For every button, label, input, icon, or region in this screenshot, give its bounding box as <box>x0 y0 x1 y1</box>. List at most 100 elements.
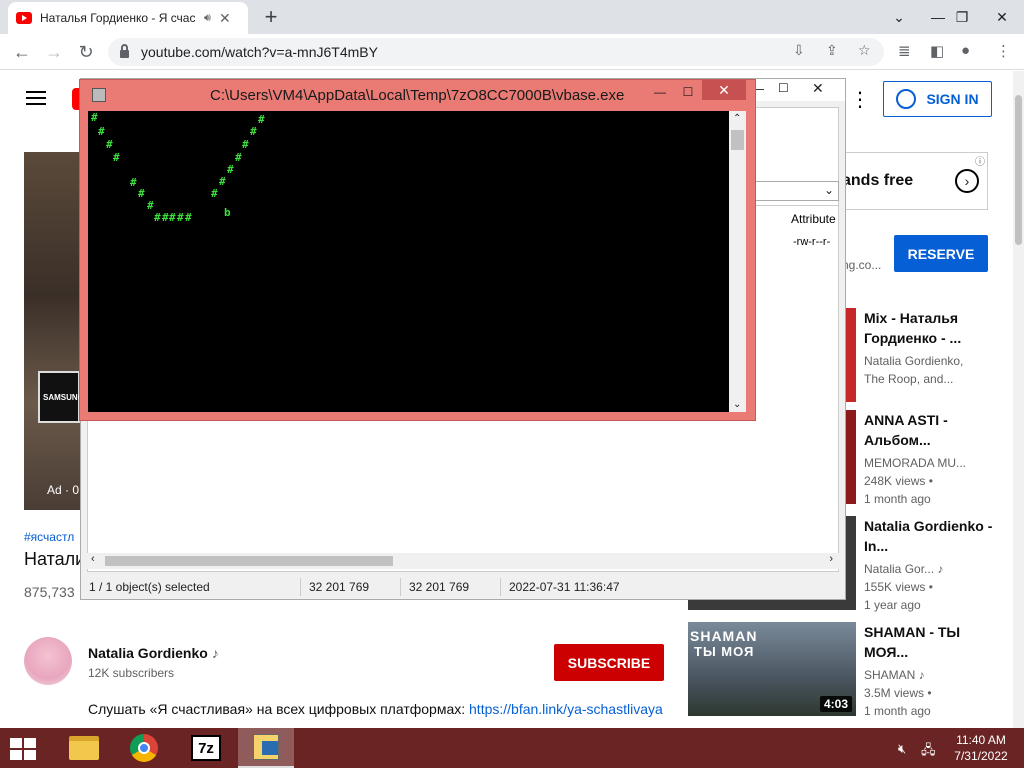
snake-segment: # <box>130 176 137 189</box>
console-output[interactable] <box>88 111 729 412</box>
close-button[interactable]: ✕ <box>985 0 1019 34</box>
ad-domain: ng.co... <box>842 258 882 272</box>
recommendation-title[interactable]: ANNA ASTI - Альбом... <box>864 410 994 450</box>
snake-segment: # <box>138 187 145 200</box>
7zip-status-bar: 1 / 1 object(s) selected 32 201 769 32 2… <box>81 575 845 599</box>
new-tab-button[interactable]: + <box>258 4 284 30</box>
lock-icon[interactable] <box>120 44 129 58</box>
console-window: C:\Users\VM4\AppData\Local\Temp\7zO8CC70… <box>79 79 756 421</box>
volume-muted-icon[interactable]: 🔇︎ <box>898 741 906 757</box>
scroll-right-icon[interactable]: › <box>829 553 833 565</box>
menu-icon[interactable] <box>26 91 46 105</box>
console-app-taskbar-icon[interactable] <box>238 728 294 768</box>
scroll-down-icon[interactable]: ⌄ <box>733 399 741 410</box>
7zip-path-combo[interactable]: ⌄ <box>751 181 839 201</box>
subscribe-button[interactable]: SUBSCRIBE <box>554 644 664 681</box>
snake-segment: # <box>185 211 192 224</box>
status-date: 2022-07-31 11:36:47 <box>509 580 620 594</box>
ad-label: Ad · 0 <box>47 483 80 497</box>
speaker-icon[interactable]: 🔊︎ <box>204 12 211 25</box>
media-control-icon[interactable]: ≣ <box>898 42 911 60</box>
chrome-menu-icon[interactable]: ⋮ <box>996 42 1011 60</box>
ad-brand-thumbnail[interactable]: SAMSUNG <box>38 371 84 423</box>
windows-taskbar: 7z 🔇︎ 🖧 11:40 AM 7/31/2022 <box>0 728 1024 768</box>
snake-segment: # <box>250 125 257 138</box>
7zip-icon[interactable]: 7z <box>178 728 234 768</box>
address-bar[interactable]: youtube.com/watch?v=a-mnJ6T4mBY ⇩ ⇪ ☆ <box>108 38 884 66</box>
share-icon[interactable]: ⇪ <box>826 42 838 59</box>
chevron-down-icon[interactable]: ⌄ <box>824 183 834 197</box>
chevron-right-icon[interactable]: › <box>955 169 979 193</box>
recommendation-views: 155K views • <box>864 580 933 594</box>
scroll-left-icon[interactable]: ‹ <box>91 553 95 565</box>
scroll-up-icon[interactable]: ⌃ <box>733 113 741 124</box>
thumbnail-text: ТЫ МОЯ <box>694 644 755 659</box>
snake-segment: # <box>91 111 98 124</box>
browser-toolbar: ← → ↻ youtube.com/watch?v=a-mnJ6T4mBY ⇩ … <box>0 34 1024 70</box>
clock-time: 11:40 AM <box>956 733 1006 747</box>
recommendation-title[interactable]: Natalia Gordienko - In... <box>864 516 994 556</box>
install-icon[interactable]: ⇩ <box>793 42 805 59</box>
recommendation-age: 1 year ago <box>864 598 921 612</box>
url-text[interactable]: youtube.com/watch?v=a-mnJ6T4mBY <box>141 44 378 60</box>
back-icon[interactable]: ← <box>10 40 34 64</box>
horizontal-scroll-thumb[interactable] <box>105 556 393 566</box>
ad-card-headline[interactable]: ands free <box>842 172 913 190</box>
reserve-button[interactable]: RESERVE <box>894 235 988 272</box>
console-app-icon[interactable] <box>92 88 106 102</box>
bookmark-star-icon[interactable]: ☆ <box>858 42 871 59</box>
recommendation-meta: The Roop, and... <box>864 372 954 386</box>
recommendation-item[interactable]: SHAMAN ТЫ МОЯ 4:03 SHAMAN - ТЫ МОЯ... SH… <box>688 622 1008 718</box>
sign-in-button[interactable]: SIGN IN <box>883 81 992 117</box>
duration-badge: 4:03 <box>819 696 852 712</box>
close-icon[interactable]: ✕ <box>702 80 746 100</box>
tab-search-chevron-icon[interactable]: ⌄ <box>882 0 916 34</box>
recommendation-channel: Natalia Gor... ♪ <box>864 562 944 576</box>
snake-segment: # <box>211 187 218 200</box>
channel-avatar[interactable] <box>24 637 72 685</box>
info-icon[interactable]: ⓘ <box>975 153 985 168</box>
channel-name[interactable]: Natalia Gordienko ♪ <box>88 645 219 661</box>
settings-dots-icon[interactable]: ⋮ <box>850 87 870 112</box>
video-player[interactable] <box>24 152 80 510</box>
forward-icon[interactable]: → <box>42 40 66 64</box>
reload-icon[interactable]: ↻ <box>74 40 98 64</box>
recommendation-channel: SHAMAN ♪ <box>864 668 925 682</box>
console-scrollbar[interactable]: ⌃ ⌄ <box>729 111 746 412</box>
side-panel-icon[interactable]: ◧ <box>930 42 944 60</box>
file-explorer-icon[interactable] <box>56 728 112 768</box>
tab-title: Наталья Гордиенко - Я счас <box>40 11 196 25</box>
column-header-attribute[interactable]: Attribute <box>791 212 836 226</box>
browser-tab[interactable]: Наталья Гордиенко - Я счас 🔊︎ ✕ <box>8 2 248 34</box>
recommendation-title[interactable]: SHAMAN - ТЫ МОЯ... <box>864 622 994 662</box>
video-thumbnail[interactable]: SHAMAN ТЫ МОЯ 4:03 <box>688 622 856 716</box>
console-scroll-thumb[interactable] <box>731 130 744 150</box>
console-titlebar[interactable]: C:\Users\VM4\AppData\Local\Temp\7zO8CC70… <box>80 80 755 110</box>
page-scrollbar-thumb[interactable] <box>1015 95 1022 245</box>
restore-button[interactable]: ❐ <box>945 0 979 34</box>
network-icon[interactable]: 🖧 <box>921 741 936 763</box>
snake-segment: # <box>106 138 113 151</box>
snake-segment: # <box>219 175 226 188</box>
close-icon[interactable]: ✕ <box>812 80 824 97</box>
clock[interactable]: 11:40 AM 7/31/2022 <box>945 732 1017 764</box>
recommendation-age: 1 month ago <box>864 492 931 506</box>
description-link[interactable]: https://bfan.link/ya-schastlivaya <box>469 701 663 717</box>
snake-segment: # <box>113 151 120 164</box>
hashtag-link[interactable]: #ясчастл <box>24 530 74 544</box>
subscriber-count: 12K subscribers <box>88 666 175 680</box>
chrome-icon[interactable] <box>116 728 172 768</box>
maximize-icon[interactable]: ☐ <box>778 81 789 95</box>
windows-start-icon[interactable] <box>10 738 38 760</box>
snake-segment: # <box>258 113 265 126</box>
tab-strip: Наталья Гордиенко - Я счас 🔊︎ ✕ + ⌄ — ❐ … <box>0 0 1024 34</box>
maximize-icon[interactable]: ☐ <box>674 82 702 102</box>
snake-segment: # <box>227 163 234 176</box>
minimize-icon[interactable]: — <box>646 82 674 102</box>
recommendation-views: 248K views • <box>864 474 933 488</box>
recommendation-title[interactable]: Mix - Наталья Гордиенко - ... <box>864 308 994 348</box>
snake-segment: # <box>147 199 154 212</box>
profile-icon[interactable]: ● <box>961 42 970 59</box>
recommendation-age: 1 month ago <box>864 704 931 718</box>
tab-close-icon[interactable]: ✕ <box>219 10 231 27</box>
